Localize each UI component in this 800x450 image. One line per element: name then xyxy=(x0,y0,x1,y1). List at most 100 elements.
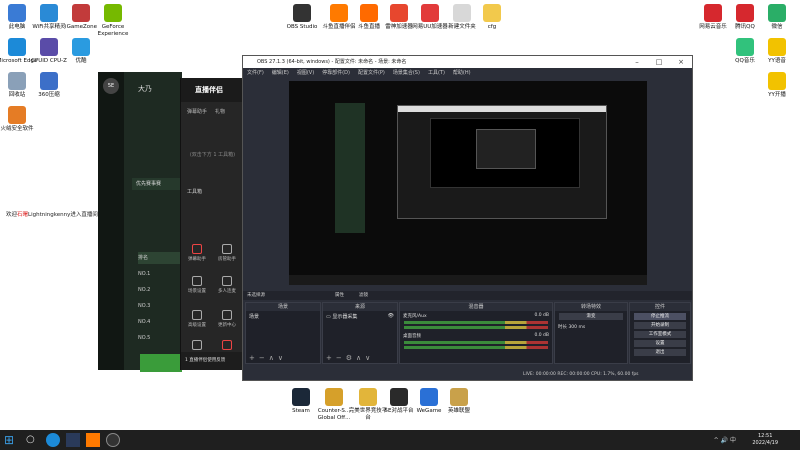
5e-rank-row: NO.1 xyxy=(138,271,151,277)
mixer-channel: 桌面音频 0.0 dB xyxy=(403,333,549,339)
app-icon xyxy=(8,72,26,90)
filters-button[interactable]: 滤镜 xyxy=(359,291,368,300)
desktop-icon-label: GeForce Experience xyxy=(97,24,129,37)
app-icon[interactable] xyxy=(66,433,80,447)
volume-meter[interactable] xyxy=(404,321,548,324)
no-source-label: 未选择源 xyxy=(247,293,265,298)
desktop-icon-label: OBS Studio xyxy=(286,24,318,30)
obs-preview[interactable] xyxy=(289,81,647,285)
obs-titlebar[interactable]: OBS 27.1.3 (64-bit, windows) - 配置文件: 未命名… xyxy=(243,56,692,68)
app-icon xyxy=(72,38,90,56)
obs-title: OBS 27.1.3 (64-bit, windows) - 配置文件: 未命名… xyxy=(257,59,407,65)
app-icon xyxy=(420,388,438,406)
app-icon xyxy=(8,4,26,22)
tool-room[interactable]: 房管助手 xyxy=(217,244,237,262)
desktop-icon[interactable]: 360压缩 xyxy=(28,72,70,99)
app-icon xyxy=(450,388,468,406)
exit-button[interactable]: 退出 xyxy=(634,349,686,356)
menu-scene-collection[interactable]: 场景集合(S) xyxy=(393,68,420,78)
5e-rank-row: NO.5 xyxy=(138,335,151,341)
app-icon xyxy=(293,4,311,22)
companion-feedback[interactable]: 1 直播伴侣使用反馈 xyxy=(181,352,244,370)
desktop-icon[interactable]: 优酷 xyxy=(60,38,102,65)
edge-icon[interactable] xyxy=(46,433,60,447)
studio-mode-button[interactable]: 工作室模式 xyxy=(634,331,686,338)
volume-meter[interactable] xyxy=(404,346,548,349)
sources-dock: 来源 ▭ 显示器采集 👁 +−⚙∧∨ xyxy=(322,302,398,364)
app-icon xyxy=(736,4,754,22)
desktop-icon-label: 优酷 xyxy=(75,58,87,64)
sources-footer[interactable]: +−⚙∧∨ xyxy=(323,354,397,363)
volume-meter[interactable] xyxy=(404,326,548,329)
app-icon xyxy=(768,72,786,90)
desktop-icon[interactable]: GeForce Experience xyxy=(92,4,134,37)
douyu-icon[interactable] xyxy=(86,433,100,447)
toolbox-label: 工具箱 xyxy=(187,189,203,195)
5e-rank-header: 排名 xyxy=(138,252,182,264)
obs-taskbar-icon[interactable] xyxy=(106,433,120,447)
start-recording-button[interactable]: 开始录制 xyxy=(634,322,686,329)
menu-help[interactable]: 帮助(H) xyxy=(453,68,471,78)
obs-window[interactable]: OBS 27.1.3 (64-bit, windows) - 配置文件: 未命名… xyxy=(242,55,693,381)
minimize-button[interactable]: – xyxy=(626,56,648,68)
scene-item[interactable]: 场景 xyxy=(246,311,320,322)
app-icon xyxy=(704,4,722,22)
preview-5e-window xyxy=(335,103,365,233)
menu-file[interactable]: 文件(F) xyxy=(247,68,264,78)
desktop-icon[interactable]: YY开播 xyxy=(756,72,798,99)
desktop-icon-label: YY语音 xyxy=(768,58,786,64)
windows-start-icon[interactable]: ⊞ xyxy=(4,433,18,447)
5e-tab[interactable]: 优先赛事赛 xyxy=(132,178,182,190)
desktop-icon-label: YY开播 xyxy=(768,92,786,98)
tool-update[interactable]: 更新中心 xyxy=(217,310,237,328)
5e-logo: 5E xyxy=(103,78,119,94)
close-button[interactable]: × xyxy=(670,56,692,68)
desktop-icon[interactable]: OBS Studio xyxy=(281,4,323,31)
app-icon xyxy=(8,106,26,124)
5e-title: 大乃 xyxy=(138,85,152,93)
menu-edit[interactable]: 编辑(E) xyxy=(272,68,289,78)
transition-select[interactable]: 渐变 xyxy=(559,313,623,320)
tool-scene[interactable]: 场景设置 xyxy=(187,276,207,294)
mixer-title: 混音器 xyxy=(400,303,552,311)
sources-title: 来源 xyxy=(323,303,397,311)
tool-multi[interactable]: 多人连麦 xyxy=(217,276,237,294)
companion-tab[interactable]: 礼物 xyxy=(215,108,225,115)
audio-mixer-dock: 混音器 麦克风/Aux 0.0 dB 桌面音频 0.0 dB xyxy=(399,302,553,364)
streaming-companion-window[interactable]: 直播伴侣 弹幕助手 礼物 (双击下方 1 工具箱) 工具箱 弹幕助手 房管助手 … xyxy=(180,78,244,370)
menu-view[interactable]: 视图(V) xyxy=(297,68,314,78)
companion-tab[interactable]: 弹幕助手 xyxy=(187,108,207,115)
desktop-icon[interactable]: 火绒安全软件 xyxy=(0,106,38,133)
desktop-icon-label: 火绒安全软件 xyxy=(0,126,34,132)
menu-tools[interactable]: 工具(T) xyxy=(428,68,445,78)
properties-button[interactable]: 属性 xyxy=(335,291,344,300)
5e-platform-window[interactable]: 5E 大乃 优先赛事赛 排名 NO.1 NO.2 NO.3 NO.4 NO.5 xyxy=(98,72,182,372)
system-tray[interactable]: ^ 🔊 中 xyxy=(714,435,736,444)
menu-profile[interactable]: 配置文件(P) xyxy=(358,68,385,78)
desktop-icon[interactable]: YY语音 xyxy=(756,38,798,65)
search-icon[interactable]: ○ xyxy=(26,433,40,447)
desktop-icon-label: 360压缩 xyxy=(38,92,60,98)
duration-row[interactable]: 时长 300 ms xyxy=(555,322,627,330)
app-icon xyxy=(390,388,408,406)
app-icon xyxy=(421,4,439,22)
app-icon xyxy=(453,4,471,22)
maximize-button[interactable]: □ xyxy=(648,56,670,68)
app-icon xyxy=(325,388,343,406)
settings-button[interactable]: 设置 xyxy=(634,340,686,347)
menu-docks[interactable]: 停靠部件(D) xyxy=(322,68,350,78)
scenes-footer[interactable]: +−∧∨ xyxy=(246,354,320,363)
source-item[interactable]: ▭ 显示器采集 👁 xyxy=(323,311,397,322)
5e-start-button[interactable] xyxy=(140,354,182,372)
stop-streaming-button[interactable]: 停止推流 xyxy=(634,313,686,320)
taskbar: ⊞ ○ ^ 🔊 中 12:51 2022/4/19 xyxy=(0,430,800,450)
tool-advanced[interactable]: 高级设置 xyxy=(187,310,207,328)
desktop-icon[interactable]: cfg xyxy=(471,4,513,31)
clock[interactable]: 12:51 2022/4/19 xyxy=(752,433,778,447)
desktop-icon[interactable]: 微信 xyxy=(756,4,798,31)
volume-meter[interactable] xyxy=(404,341,548,344)
app-icon xyxy=(104,4,122,22)
desktop-icon[interactable]: 英雄联盟 xyxy=(438,388,480,415)
tool-danmu[interactable]: 弹幕助手 xyxy=(187,244,207,262)
5e-rank-row: NO.2 xyxy=(138,287,151,293)
